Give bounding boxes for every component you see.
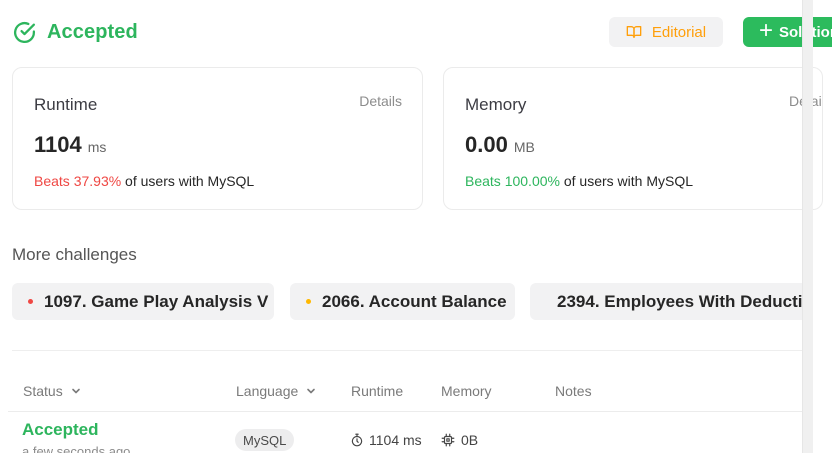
chip-icon — [441, 433, 455, 447]
runtime-unit: ms — [87, 139, 107, 155]
challenge-label: 1097. Game Play Analysis V — [44, 291, 269, 311]
runtime-value: 1104 ms — [34, 132, 106, 158]
column-header-language[interactable]: Language — [236, 383, 316, 399]
column-header-label: Language — [236, 383, 299, 399]
row-runtime-value: 1104 ms — [369, 432, 422, 448]
runtime-beats: Beats 37.93% of users with MySQL — [34, 173, 254, 189]
challenge-chip[interactable]: 2394. Employees With Deductions — [530, 283, 810, 320]
memory-beats: Beats 100.00% of users with MySQL — [465, 173, 693, 189]
challenge-label: 2066. Account Balance — [322, 291, 507, 311]
runtime-label: Runtime — [34, 95, 98, 114]
runtime-card[interactable]: Runtime Details 1104 ms Beats 37.93% of … — [12, 67, 423, 210]
more-challenges-title: More challenges — [12, 245, 137, 264]
vertical-scrollbar[interactable] — [802, 0, 813, 453]
column-header-label: Memory — [441, 383, 492, 399]
row-runtime: 1104 ms — [350, 432, 422, 448]
column-header-memory: Memory — [441, 383, 492, 399]
check-circle-icon — [14, 22, 36, 44]
solution-button[interactable]: + Solution — [743, 17, 832, 47]
difficulty-dot — [28, 299, 33, 304]
editorial-button[interactable]: Editorial — [609, 17, 723, 47]
difficulty-dot — [306, 299, 311, 304]
memory-label: Memory — [465, 95, 527, 114]
column-header-label: Runtime — [351, 383, 404, 399]
challenge-label: 2394. Employees With Deductions — [557, 291, 810, 311]
section-divider — [12, 350, 802, 351]
column-header-runtime: Runtime — [351, 383, 403, 399]
plus-icon: + — [759, 17, 774, 44]
chevron-down-icon — [71, 388, 80, 394]
memory-beats-percent: Beats 100.00% — [465, 173, 560, 189]
challenge-chip[interactable]: 2066. Account Balance — [290, 283, 515, 320]
stopwatch-icon — [351, 433, 363, 447]
row-status-link[interactable]: Accepted — [22, 420, 99, 440]
runtime-number: 1104 — [34, 132, 82, 157]
column-header-status[interactable]: Status — [23, 383, 81, 399]
row-memory-value: 0B — [461, 432, 479, 448]
editorial-button-label: Editorial — [651, 23, 707, 41]
chevron-down-icon — [307, 388, 316, 394]
runtime-beats-percent: Beats 37.93% — [34, 173, 122, 189]
row-timestamp: a few seconds ago — [22, 444, 131, 453]
runtime-details-link[interactable]: Details — [359, 93, 402, 109]
challenge-chip[interactable]: 1097. Game Play Analysis V — [12, 283, 274, 320]
column-header-notes: Notes — [555, 383, 592, 399]
runtime-beats-suffix: of users with MySQL — [121, 173, 255, 189]
row-language-badge: MySQL — [235, 429, 295, 451]
column-header-label: Notes — [555, 383, 592, 399]
memory-beats-suffix: of users with MySQL — [559, 173, 694, 189]
submission-status-title: Accepted — [47, 21, 138, 43]
book-open-icon — [626, 26, 642, 38]
table-header-divider — [8, 411, 802, 412]
memory-card[interactable]: Memory Details 0.00 MB Beats 100.00% of … — [443, 67, 823, 210]
memory-number: 0.00 — [465, 132, 508, 157]
column-header-label: Status — [23, 383, 63, 399]
memory-value: 0.00 MB — [465, 132, 535, 158]
row-memory: 0B — [441, 432, 478, 448]
submission-status-header: Accepted — [12, 20, 138, 45]
memory-unit: MB — [513, 139, 535, 155]
